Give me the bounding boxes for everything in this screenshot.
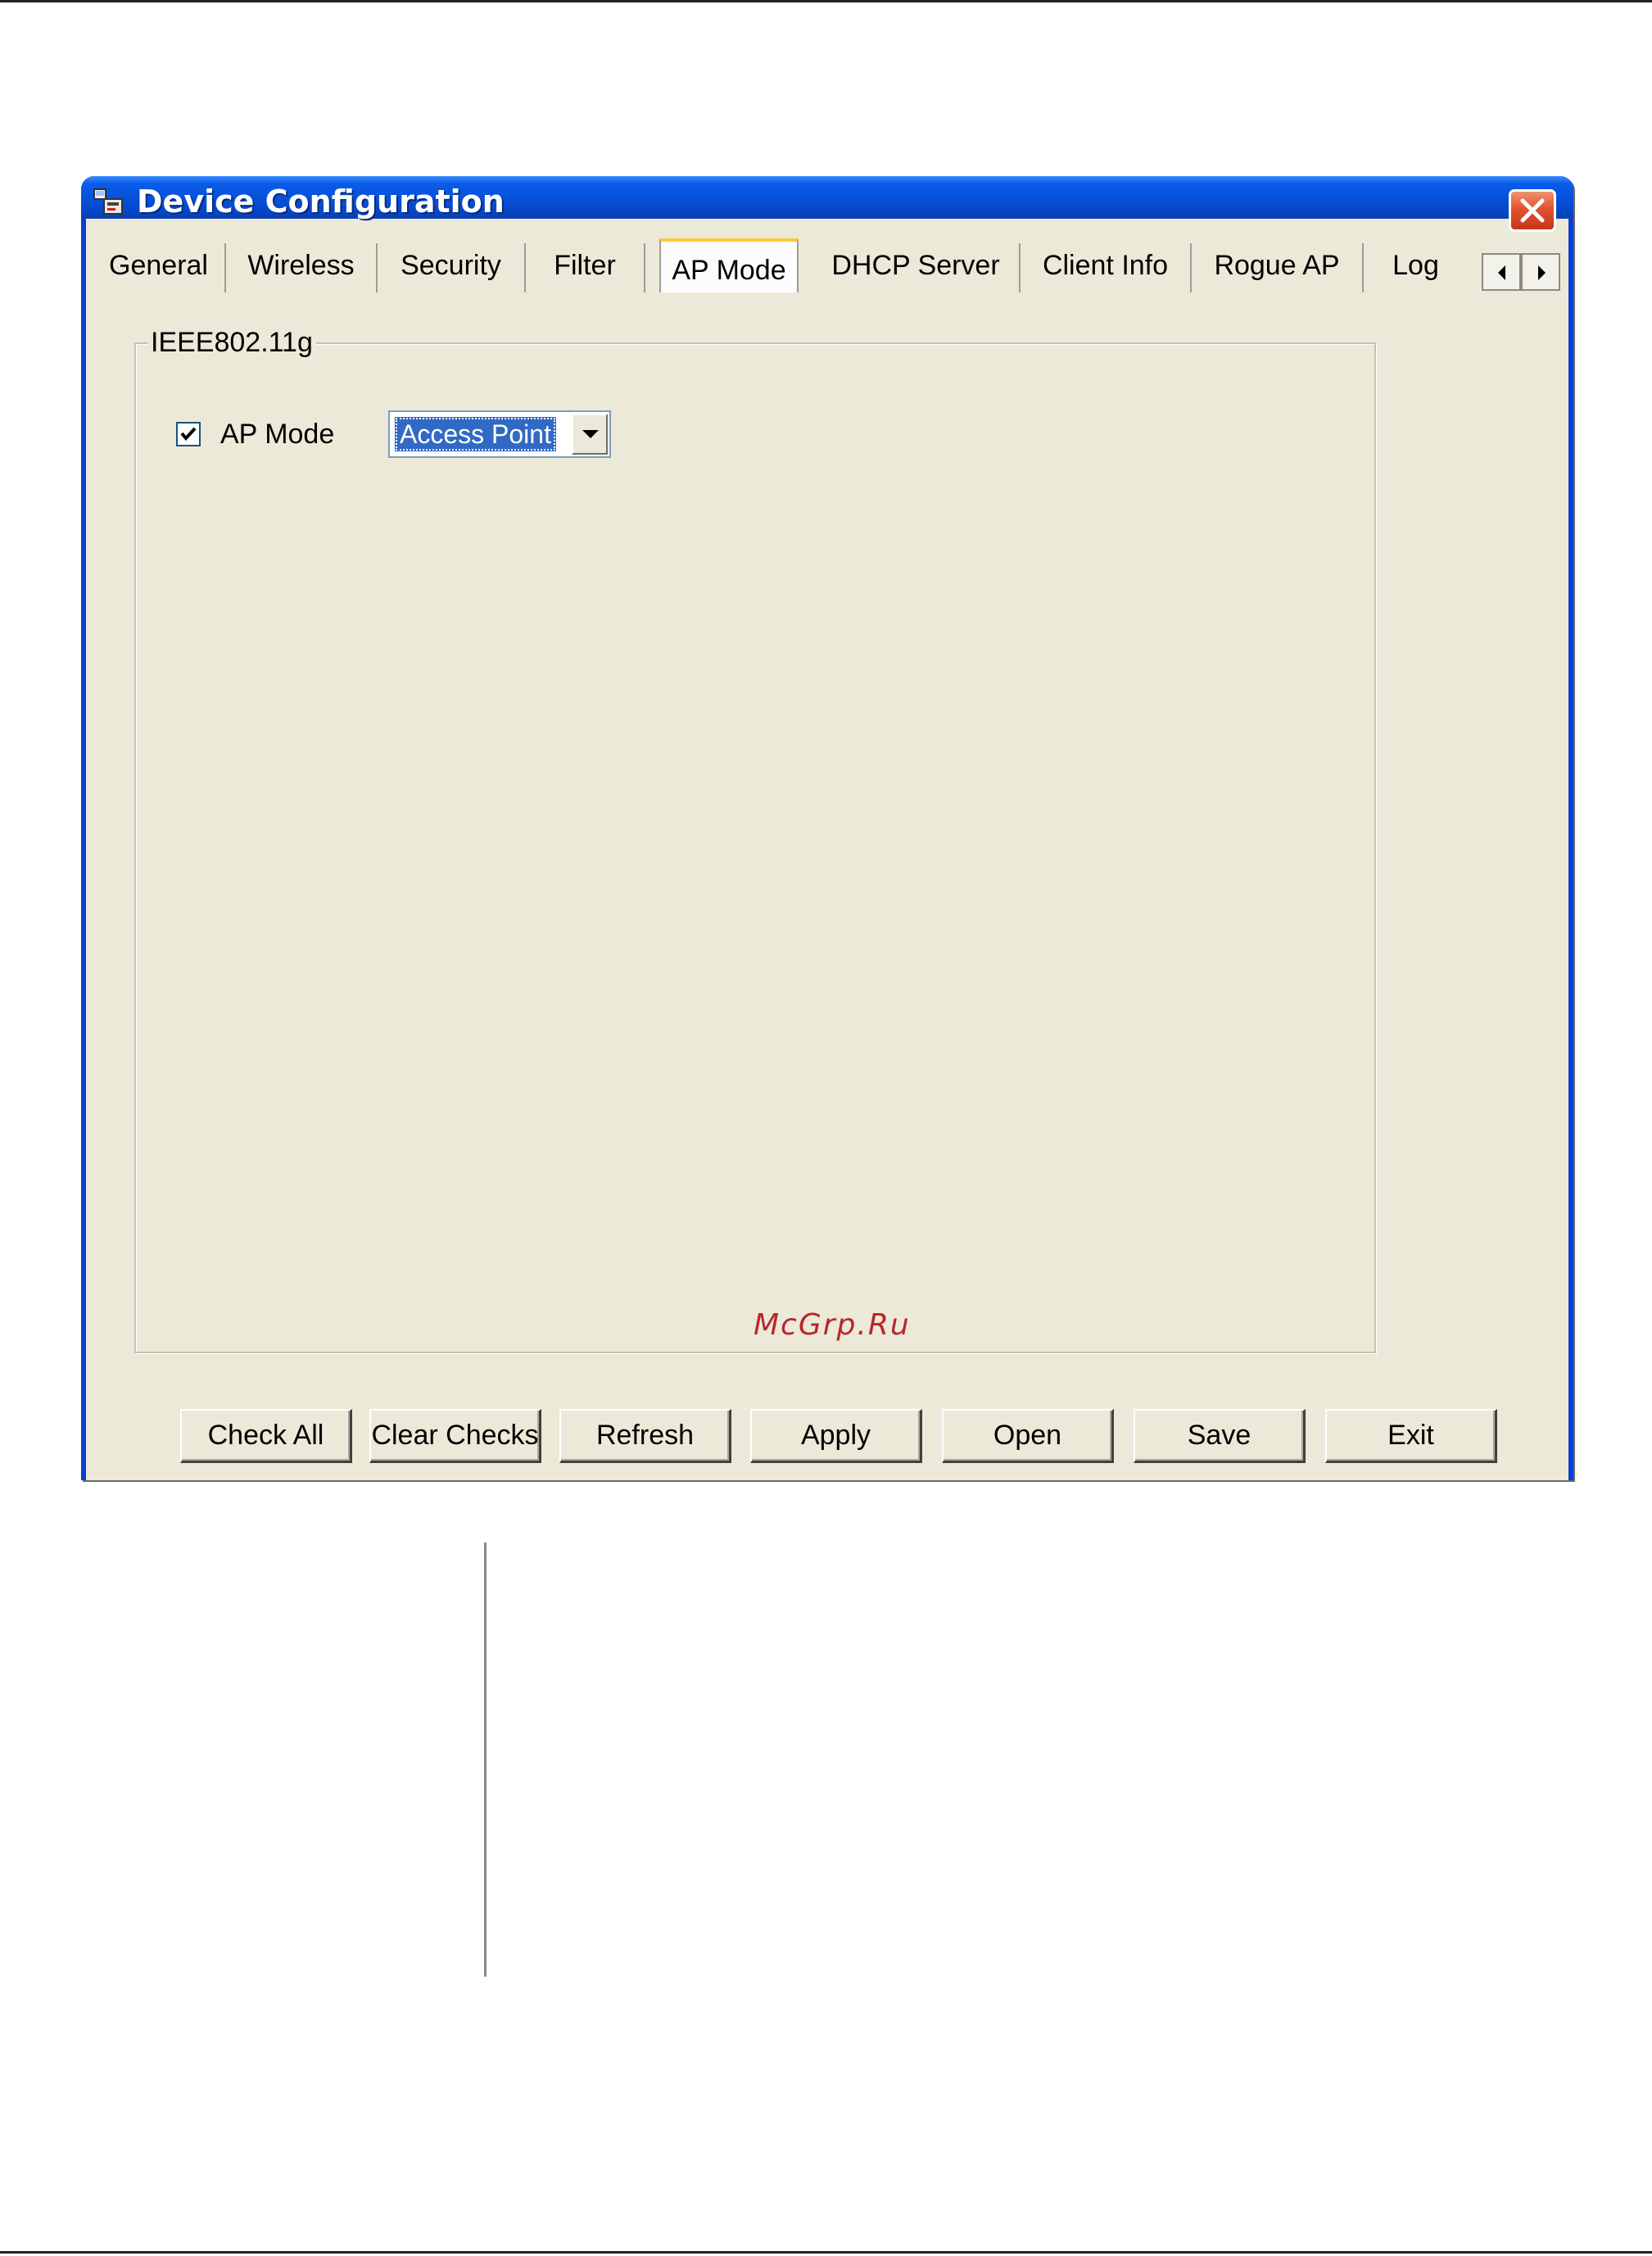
exit-button[interactable]: Exit [1325,1409,1497,1463]
apply-button[interactable]: Apply [750,1409,922,1463]
title-bar[interactable]: Device Configuration [81,176,1573,232]
tab-ap-mode[interactable]: AP Mode [659,238,799,299]
tab-security[interactable]: Security [378,243,526,292]
ap-mode-select-value: Access Point [395,417,556,451]
open-button[interactable]: Open [942,1409,1114,1463]
tab-dhcp-server[interactable]: DHCP Server [812,243,1021,292]
refresh-button[interactable]: Refresh [559,1409,731,1463]
device-config-icon [93,188,125,215]
tab-scroll-left-button[interactable] [1482,253,1521,291]
watermark-text: McGrp.Ru [754,1308,911,1342]
tab-filter[interactable]: Filter [526,243,645,292]
clear-checks-button[interactable]: Clear Checks [369,1409,541,1463]
page-bottom-rule [0,2251,1652,2254]
device-configuration-window: Device Configuration General Wireless Se… [81,176,1573,1480]
ap-mode-panel: IEEE802.11g AP Mode Access Point McGrp.R… [86,292,1568,1480]
tab-strip: General Wireless Security Filter AP Mode… [86,238,1568,299]
close-button[interactable] [1509,189,1556,232]
save-button[interactable]: Save [1134,1409,1306,1463]
tab-wireless[interactable]: Wireless [226,243,378,292]
ap-mode-label: AP Mode [220,419,335,450]
page-top-rule [0,0,1652,2]
vertical-divider [484,1543,487,1977]
tab-client-info[interactable]: Client Info [1021,243,1192,292]
group-title: IEEE802.11g [147,324,316,360]
tab-general[interactable]: General [93,243,226,292]
tab-log[interactable]: Log [1364,243,1468,292]
tab-scroll-right-button[interactable] [1521,253,1560,291]
ap-mode-checkbox[interactable] [176,422,201,446]
close-icon [1520,198,1545,223]
arrow-left-icon [1498,265,1505,280]
tab-rogue-ap[interactable]: Rogue AP [1192,243,1364,292]
ap-mode-select-dropdown-button[interactable] [572,414,608,455]
arrow-right-icon [1538,265,1546,280]
chevron-down-icon [582,430,599,438]
checkmark-icon [180,427,197,442]
window-title: Device Configuration [137,183,505,220]
ap-mode-select[interactable]: Access Point [388,410,611,458]
ieee-802-11g-group: IEEE802.11g [134,324,1376,1353]
check-all-button[interactable]: Check All [180,1409,352,1463]
